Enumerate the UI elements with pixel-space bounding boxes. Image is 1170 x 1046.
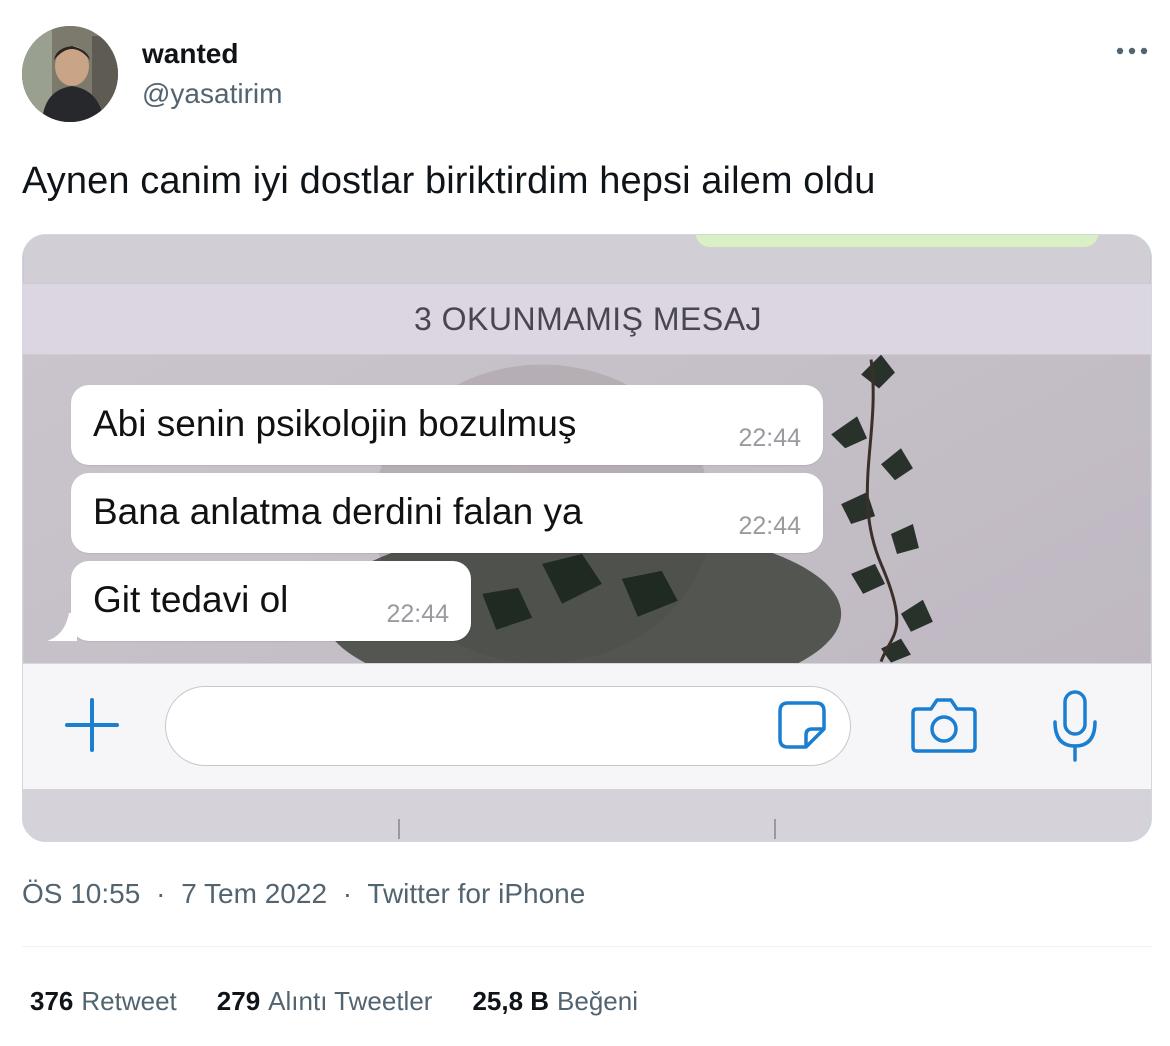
message-time: 22:44 [386, 600, 449, 628]
tweet-stats: 376 Retweet 279 Alıntı Tweetler 25,8 B Beğe… [30, 986, 678, 1017]
camera-button[interactable] [907, 692, 981, 762]
message-bubble: Bana anlatma derdini falan ya 22:44 [71, 473, 823, 553]
tweet-source[interactable]: Twitter for iPhone [367, 878, 585, 909]
avatar[interactable] [22, 26, 118, 122]
message-time: 22:44 [738, 512, 801, 540]
tweet-meta: ÖS 10:55 · 7 Tem 2022 · Twitter for iPho… [22, 878, 585, 910]
sticker-button[interactable] [774, 699, 830, 755]
microphone-button[interactable] [1047, 688, 1103, 768]
message-time: 22:44 [738, 424, 801, 452]
author-name[interactable]: wanted [142, 38, 238, 70]
sticker-icon [776, 699, 828, 756]
message-bubble: Git tedavi ol 22:44 [47, 561, 471, 641]
more-options-button[interactable] [1112, 36, 1152, 66]
message-input[interactable] [165, 686, 851, 766]
meta-separator: · [342, 878, 353, 909]
plus-icon [63, 696, 121, 759]
unread-messages-bar: 3 OKUNMAMIŞ MESAJ [23, 283, 1151, 355]
retweets-stat[interactable]: 376 Retweet [30, 986, 177, 1017]
keyboard-strip [23, 789, 1151, 841]
meta-separator: · [156, 878, 166, 909]
tweet-date[interactable]: 7 Tem 2022 [181, 878, 327, 909]
quote-tweets-stat[interactable]: 279 Alıntı Tweetler [217, 986, 433, 1017]
likes-count: 25,8 B [472, 986, 550, 1016]
unread-label: 3 OKUNMAMIŞ MESAJ [413, 300, 763, 337]
more-horizontal-icon [1116, 42, 1148, 60]
quotes-label: Alıntı Tweetler [268, 986, 433, 1016]
bubble-tail-icon [47, 613, 77, 641]
author-handle[interactable]: @yasatirim [142, 78, 282, 110]
tweet-media-image[interactable]: 3 OKUNMAMIŞ MESAJ Abi senin psikolojin b… [22, 234, 1152, 842]
likes-stat[interactable]: 25,8 B Beğeni [472, 986, 638, 1017]
message-bubble: Abi senin psikolojin bozulmuş 22:44 [71, 385, 823, 465]
message-text: Bana anlatma derdini falan ya [93, 491, 583, 532]
likes-label: Beğeni [557, 986, 639, 1016]
divider [22, 946, 1152, 947]
quotes-count: 279 [216, 986, 261, 1016]
tweet-time[interactable]: ÖS 10:55 [22, 878, 140, 909]
microphone-icon [1049, 688, 1101, 769]
retweets-count: 376 [30, 986, 74, 1016]
chat-input-bar [23, 663, 1151, 789]
message-text: Abi senin psikolojin bozulmuş [93, 403, 577, 444]
add-attachment-button[interactable] [59, 694, 125, 760]
tweet-text: Aynen canim iyi dostlar biriktirdim heps… [22, 160, 876, 202]
tweet-header: wanted @yasatirim [22, 26, 1152, 126]
message-text: Git tedavi ol [93, 579, 289, 620]
camera-icon [909, 695, 979, 760]
retweets-label: Retweet [81, 986, 177, 1016]
